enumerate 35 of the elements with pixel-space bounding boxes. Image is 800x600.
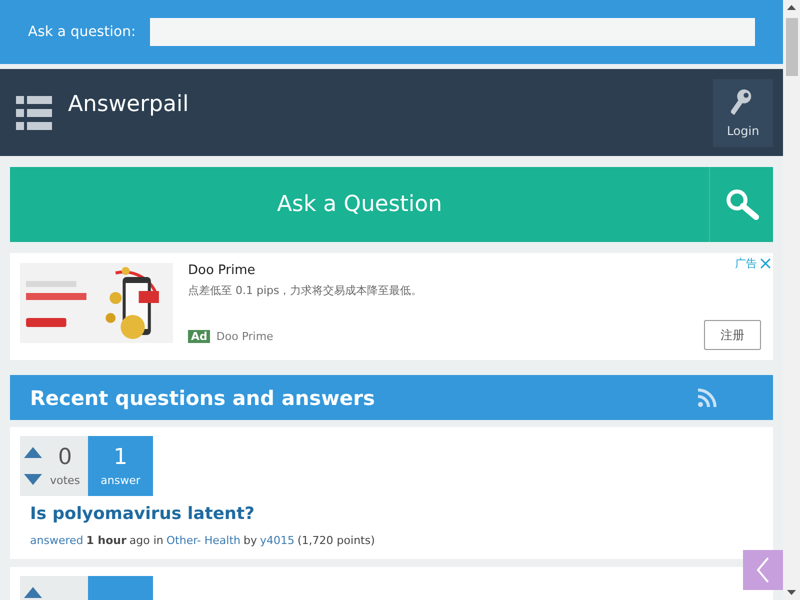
scrollbar-thumb[interactable]: [786, 18, 798, 76]
scroll-down-arrow-icon[interactable]: [787, 590, 796, 595]
search-icon: [724, 188, 758, 222]
upvote-icon[interactable]: [24, 586, 42, 598]
ad-badge: Ad: [188, 330, 210, 343]
scrollbar[interactable]: [783, 0, 800, 600]
upvote-icon[interactable]: [24, 446, 42, 458]
rss-icon[interactable]: [697, 388, 717, 408]
user-link[interactable]: y4015: [260, 534, 295, 547]
points-text: (1,720 points): [298, 534, 375, 547]
list-icon[interactable]: [16, 94, 52, 130]
site-name[interactable]: Answerpail: [68, 92, 713, 117]
ad-text: 点差低至 0.1 pips，力求将交易成本降至最低。: [188, 283, 424, 298]
section-title: Recent questions and answers: [30, 386, 375, 410]
scroll-up-arrow-icon[interactable]: [787, 5, 796, 10]
advertiser-name: Doo Prime: [216, 330, 274, 343]
ask-input-field[interactable]: [150, 18, 755, 46]
register-button[interactable]: 注册: [704, 320, 761, 350]
downvote-icon[interactable]: [24, 474, 42, 486]
ad-title[interactable]: Doo Prime: [188, 263, 704, 278]
by-text: by: [244, 534, 257, 547]
login-button[interactable]: Login: [713, 78, 773, 146]
question-title[interactable]: Is polyomavirus latent?: [30, 504, 763, 524]
vote-count: 0: [58, 445, 72, 470]
time-text: 1 hour: [86, 534, 126, 547]
answers-label: answer: [100, 474, 140, 487]
votes-label: votes: [50, 474, 80, 487]
answer-count: 1: [114, 445, 128, 470]
answered-link[interactable]: answered: [30, 534, 84, 547]
close-icon[interactable]: [760, 258, 771, 269]
ask-label: Ask a question:: [28, 24, 136, 40]
ad-label[interactable]: 广告: [735, 256, 757, 271]
ago-text: ago in: [129, 534, 164, 547]
chevron-left-icon: [756, 557, 770, 583]
category-link[interactable]: Other- Health: [166, 534, 240, 547]
